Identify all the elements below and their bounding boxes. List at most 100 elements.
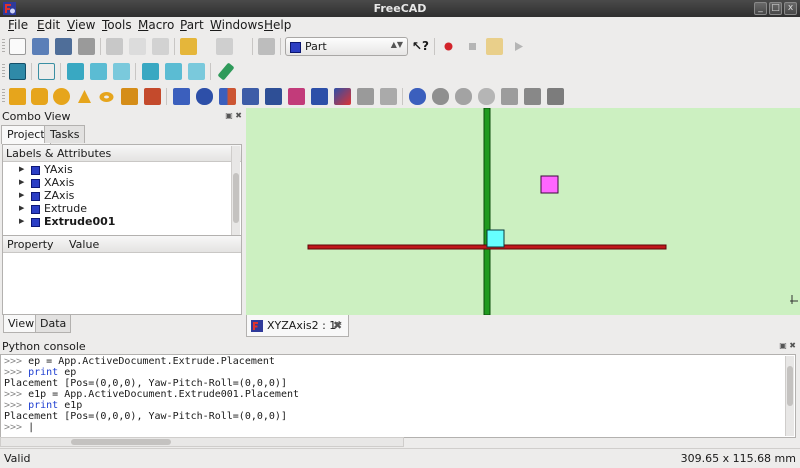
console-vertical-scrollbar[interactable] bbox=[785, 356, 794, 436]
part-extrude-icon[interactable] bbox=[173, 88, 190, 105]
tree-header[interactable]: Labels & Attributes bbox=[3, 145, 241, 162]
view-axo-icon[interactable] bbox=[38, 63, 55, 80]
menu-edit[interactable]: Edit bbox=[37, 18, 60, 32]
part-cylinder-icon[interactable] bbox=[31, 88, 48, 105]
edit-macro-icon[interactable] bbox=[486, 38, 503, 55]
close-tab-icon[interactable]: ✖ bbox=[333, 319, 342, 332]
value-column-header[interactable]: Value bbox=[69, 238, 99, 251]
scrollbar-thumb[interactable] bbox=[71, 439, 171, 445]
print-icon[interactable] bbox=[78, 38, 95, 55]
magenta-extrude-box[interactable] bbox=[540, 175, 559, 194]
part-boolean-icon[interactable] bbox=[409, 88, 426, 105]
workbench-selector[interactable]: Part ▲▼ bbox=[285, 37, 408, 56]
part-ruled-surface-icon[interactable] bbox=[311, 88, 328, 105]
axis-cross-icon bbox=[790, 295, 798, 304]
part-fillet-icon[interactable] bbox=[242, 88, 259, 105]
new-document-icon[interactable] bbox=[9, 38, 26, 55]
property-column-header[interactable]: Property bbox=[7, 238, 54, 251]
console-prompt-line[interactable]: >>> | bbox=[4, 422, 34, 433]
scrollbar-thumb[interactable] bbox=[787, 366, 793, 406]
menu-windows[interactable]: Windows bbox=[210, 18, 264, 32]
part-loft-icon[interactable] bbox=[334, 88, 351, 105]
view-front-icon[interactable] bbox=[67, 63, 84, 80]
scrollbar-thumb[interactable] bbox=[233, 173, 239, 223]
menu-part[interactable]: Part bbox=[180, 18, 204, 32]
toolbar-grip[interactable] bbox=[2, 39, 5, 54]
part-make-face-icon[interactable] bbox=[288, 88, 305, 105]
part-box-icon[interactable] bbox=[9, 88, 26, 105]
part-cut-icon[interactable] bbox=[432, 88, 449, 105]
refresh-icon[interactable] bbox=[258, 38, 275, 55]
close-button[interactable]: x bbox=[784, 2, 797, 15]
view-right-icon[interactable] bbox=[113, 63, 130, 80]
expand-arrow-icon[interactable]: ▶ bbox=[19, 165, 24, 173]
cut-icon[interactable] bbox=[106, 38, 123, 55]
part-shape-builder-icon[interactable] bbox=[144, 88, 161, 105]
part-torus-icon[interactable] bbox=[98, 88, 115, 105]
part-object-icon bbox=[31, 205, 40, 214]
redo-icon[interactable] bbox=[216, 38, 233, 55]
part-section-icon[interactable] bbox=[501, 88, 518, 105]
menu-macro[interactable]: Macro bbox=[138, 18, 174, 32]
dimension-readout: 309.65 x 115.68 mm bbox=[680, 452, 796, 465]
part-primitives-icon[interactable] bbox=[121, 88, 138, 105]
minimize-button[interactable]: _ bbox=[754, 2, 767, 15]
part-cone-icon[interactable] bbox=[76, 88, 93, 105]
whats-this-icon[interactable]: ↖? bbox=[412, 38, 429, 55]
measure-icon[interactable] bbox=[217, 62, 235, 81]
part-offset-icon[interactable] bbox=[380, 88, 397, 105]
python-console-panel: Python console ▣ ✖ >>> ep = App.ActiveDo… bbox=[0, 338, 800, 448]
console-horizontal-scrollbar[interactable] bbox=[0, 437, 404, 447]
stop-macro-icon[interactable] bbox=[464, 38, 481, 55]
maximize-button[interactable]: □ bbox=[769, 2, 782, 15]
document-tab[interactable]: XYZAxis2 : 1* ✖ bbox=[246, 315, 349, 337]
tab-view[interactable]: View bbox=[3, 315, 40, 333]
zoom-fit-icon[interactable] bbox=[9, 63, 26, 80]
view-bottom-icon[interactable] bbox=[165, 63, 182, 80]
tree-scrollbar[interactable] bbox=[231, 146, 240, 235]
model-tree[interactable]: Labels & Attributes ▶ YAxis ▶ XAxis ▶ ZA… bbox=[2, 144, 242, 237]
view-top-icon[interactable] bbox=[90, 63, 107, 80]
status-bar: Valid 309.65 x 115.68 mm bbox=[0, 448, 800, 468]
part-revolve-icon[interactable] bbox=[196, 88, 213, 105]
menu-tools[interactable]: Tools bbox=[102, 18, 132, 32]
tab-data[interactable]: Data bbox=[35, 315, 72, 333]
expand-arrow-icon[interactable]: ▶ bbox=[19, 191, 24, 199]
z-axis-bar[interactable] bbox=[483, 107, 491, 316]
expand-arrow-icon[interactable]: ▶ bbox=[19, 204, 24, 212]
part-compound-icon[interactable] bbox=[547, 88, 564, 105]
copy-icon[interactable] bbox=[129, 38, 146, 55]
save-icon[interactable] bbox=[55, 38, 72, 55]
paste-icon[interactable] bbox=[152, 38, 169, 55]
run-macro-icon[interactable] bbox=[510, 38, 527, 55]
console-line: >>> e1p = App.ActiveDocument.Extrude001.… bbox=[4, 389, 300, 400]
console-float-close-icon[interactable]: ▣ ✖ bbox=[779, 341, 796, 350]
record-macro-icon[interactable] bbox=[440, 38, 457, 55]
part-cross-sections-icon[interactable] bbox=[524, 88, 541, 105]
menu-help[interactable]: Help bbox=[264, 18, 291, 32]
undo-icon[interactable] bbox=[180, 38, 197, 55]
part-sphere-icon[interactable] bbox=[53, 88, 70, 105]
part-common-icon[interactable] bbox=[478, 88, 495, 105]
menu-view[interactable]: View bbox=[67, 18, 95, 32]
python-console-input[interactable]: >>> ep = App.ActiveDocument.Extrude.Plac… bbox=[0, 354, 796, 438]
3d-viewport[interactable] bbox=[246, 107, 800, 316]
open-folder-icon[interactable] bbox=[32, 38, 49, 55]
view-left-icon[interactable] bbox=[188, 63, 205, 80]
menu-file[interactable]: File bbox=[8, 18, 28, 32]
toolbar-grip[interactable] bbox=[2, 89, 5, 104]
property-editor[interactable]: Property Value bbox=[2, 235, 242, 315]
expand-arrow-icon[interactable]: ▶ bbox=[19, 217, 24, 225]
panel-float-close-icon[interactable]: ▣ ✖ bbox=[225, 111, 242, 120]
cyan-extrude-box[interactable] bbox=[486, 229, 505, 248]
part-fuse-icon[interactable] bbox=[455, 88, 472, 105]
toolbar-grip[interactable] bbox=[2, 64, 5, 79]
part-chamfer-icon[interactable] bbox=[265, 88, 282, 105]
view-rear-icon[interactable] bbox=[142, 63, 159, 80]
tab-tasks[interactable]: Tasks bbox=[44, 125, 86, 143]
part-object-icon bbox=[31, 179, 40, 188]
part-sweep-icon[interactable] bbox=[357, 88, 374, 105]
expand-arrow-icon[interactable]: ▶ bbox=[19, 178, 24, 186]
part-mirror-icon[interactable] bbox=[219, 88, 236, 105]
title-bar: FreeCAD _ □ x bbox=[0, 0, 800, 17]
